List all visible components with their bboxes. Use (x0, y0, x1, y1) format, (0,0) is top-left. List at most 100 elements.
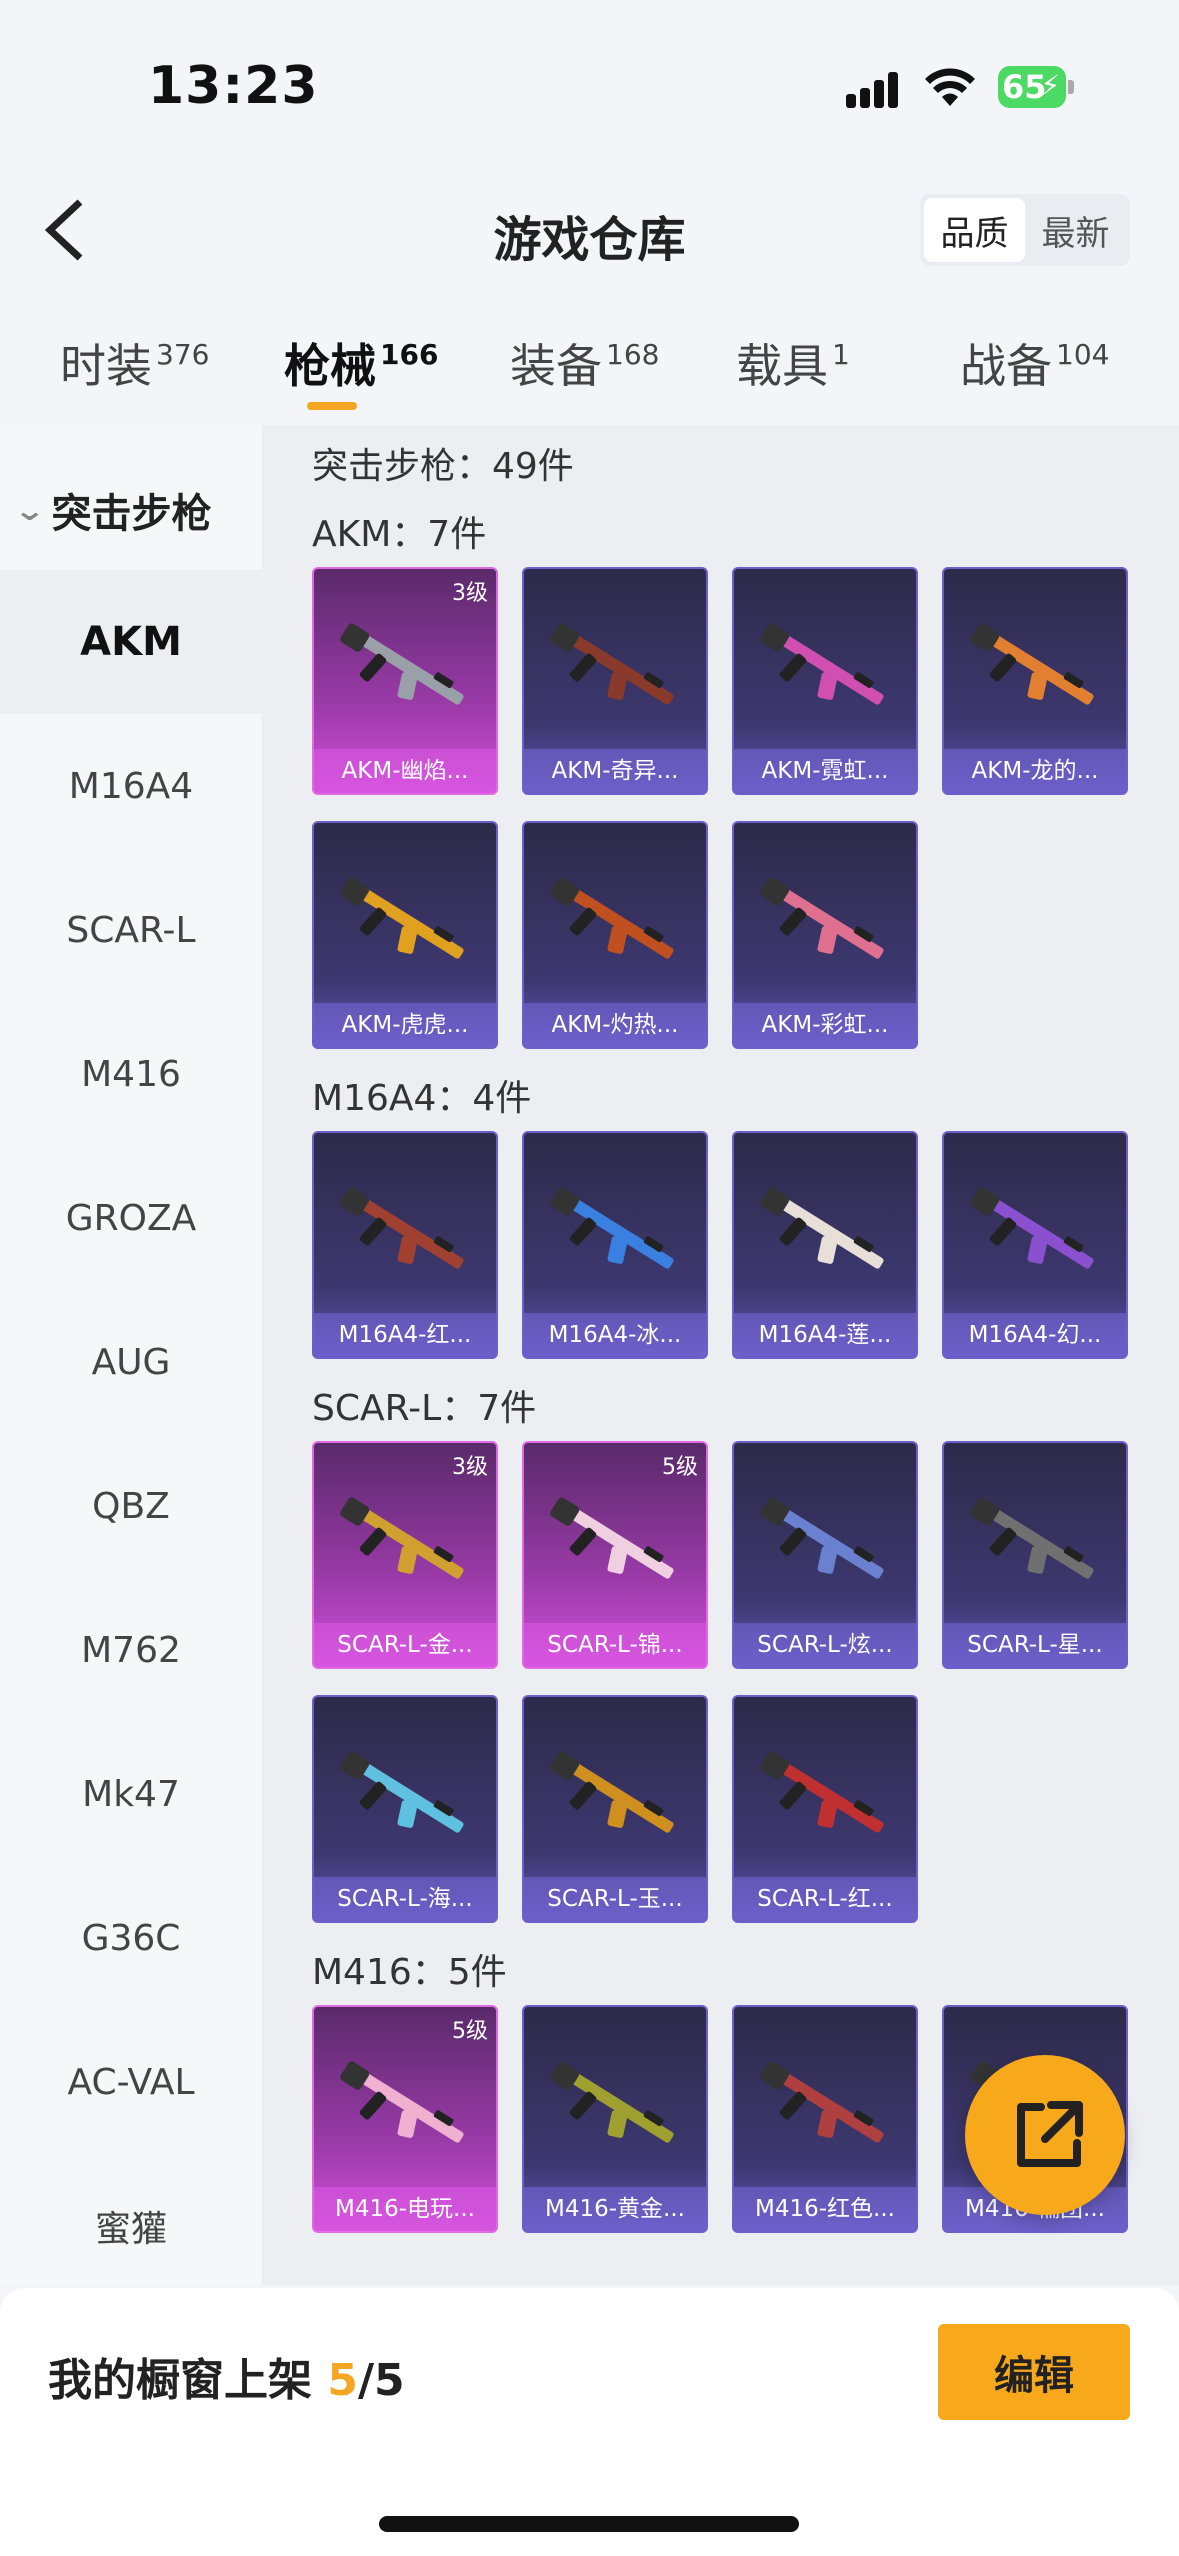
showcase-label: 我的橱窗上架 (48, 2355, 328, 2406)
rifle-icon (760, 877, 884, 959)
weapon-skin-card[interactable]: 5级 SCAR-L-锦... (522, 1441, 708, 1669)
skin-level: 5级 (452, 2019, 488, 2044)
weapon-skin-card[interactable]: AKM-彩虹... (732, 821, 918, 1049)
weapon-skin-card[interactable]: M416-红色... (732, 2005, 918, 2233)
tab-equipment[interactable]: 装备 168 (510, 330, 659, 396)
skin-name: M416-电玩... (314, 2187, 496, 2231)
weapon-skin-card[interactable]: AKM-霓虹... (732, 567, 918, 795)
sidebar-item-g36c[interactable]: G36C (0, 1866, 262, 2010)
tab-label: 战备 (960, 339, 1052, 393)
tab-label: 装备 (510, 339, 602, 393)
weapon-sidebar: ⌄ 突击步枪 AKM M16A4 SCAR-L M416 GROZA AUG Q… (0, 425, 262, 2285)
skin-name: SCAR-L-玉... (524, 1877, 706, 1921)
tab-battle-supplies[interactable]: 战备 104 (960, 330, 1109, 396)
sidebar-item-m16a4[interactable]: M16A4 (0, 714, 262, 858)
rifle-icon (760, 1751, 884, 1833)
sidebar-item-scar-l[interactable]: SCAR-L (0, 858, 262, 1002)
tab-vehicles[interactable]: 载具 1 (736, 330, 850, 396)
sidebar-item-qbz[interactable]: QBZ (0, 1434, 262, 1578)
edit-button[interactable]: 编辑 (938, 2324, 1130, 2420)
sidebar-item-akm[interactable]: AKM (0, 570, 262, 714)
weapon-skin-card[interactable]: AKM-灼热... (522, 821, 708, 1049)
weapon-skin-card[interactable]: SCAR-L-玉... (522, 1695, 708, 1923)
tab-count: 168 (606, 338, 660, 371)
weapon-skin-card[interactable]: SCAR-L-红... (732, 1695, 918, 1923)
weapon-skin-card[interactable]: M16A4-莲... (732, 1131, 918, 1359)
weapon-skin-card[interactable]: SCAR-L-炫... (732, 1441, 918, 1669)
skin-name: AKM-幽焰... (314, 749, 496, 793)
rifle-icon (340, 2061, 464, 2143)
section-title: SCAR-L：7件 (312, 1388, 537, 1429)
weapon-skin-card[interactable]: M416-黄金... (522, 2005, 708, 2233)
category-total: 突击步枪：49件 (312, 446, 574, 487)
share-button[interactable] (965, 2055, 1125, 2215)
sort-toggle: 品质 最新 (920, 194, 1130, 266)
rifle-icon (760, 1187, 884, 1269)
header: 游戏仓库 品质 最新 (0, 170, 1179, 290)
skin-name: M416-红色... (734, 2187, 916, 2231)
rifle-icon (550, 1751, 674, 1833)
rifle-icon (340, 1751, 464, 1833)
chevron-down-icon: ⌄ (13, 493, 47, 527)
weapon-skin-card[interactable]: AKM-奇异... (522, 567, 708, 795)
weapon-skin-card[interactable]: SCAR-L-海... (312, 1695, 498, 1923)
skin-level: 3级 (452, 581, 488, 606)
weapon-skin-card[interactable]: AKM-龙的... (942, 567, 1128, 795)
skin-name: SCAR-L-金... (314, 1623, 496, 1667)
sort-newest-option[interactable]: 最新 (1025, 198, 1126, 262)
weapon-skin-card[interactable]: AKM-虎虎... (312, 821, 498, 1049)
showcase-bar: 我的橱窗上架 5/5 编辑 (0, 2288, 1179, 2556)
rifle-icon (550, 2061, 674, 2143)
rifle-icon (760, 2061, 884, 2143)
status-bar: 13:23 65 ⚡ (0, 0, 1179, 150)
skin-name: AKM-奇异... (524, 749, 706, 793)
rifle-icon (550, 1187, 674, 1269)
rifle-icon (760, 1497, 884, 1579)
weapon-skin-card[interactable]: M16A4-冰... (522, 1131, 708, 1359)
rifle-icon (550, 877, 674, 959)
sidebar-item-m416[interactable]: M416 (0, 1002, 262, 1146)
rifle-icon (550, 1497, 674, 1579)
weapon-skin-card[interactable]: SCAR-L-星... (942, 1441, 1128, 1669)
weapon-skin-card[interactable]: 5级 M416-电玩... (312, 2005, 498, 2233)
sort-quality-option[interactable]: 品质 (924, 198, 1025, 262)
weapon-skin-card[interactable]: M16A4-红... (312, 1131, 498, 1359)
active-tab-indicator (307, 402, 357, 410)
charging-bolt-icon: ⚡ (1040, 69, 1060, 102)
wifi-icon (925, 68, 975, 106)
category-tabs: 时装 376 枪械 166 装备 168 载具 1 战备 104 (0, 310, 1179, 420)
skin-name: M16A4-红... (314, 1313, 496, 1357)
skin-name: M16A4-冰... (524, 1313, 706, 1357)
home-indicator (379, 2516, 799, 2532)
tab-count: 376 (156, 338, 210, 371)
sidebar-item-m762[interactable]: M762 (0, 1578, 262, 1722)
tab-fashion[interactable]: 时装 376 (60, 330, 209, 396)
sidebar-item-mk47[interactable]: Mk47 (0, 1722, 262, 1866)
section-title: M416：5件 (312, 1952, 507, 1993)
weapon-skin-card[interactable]: 3级 AKM-幽焰... (312, 567, 498, 795)
status-time: 13:23 (148, 56, 319, 116)
skin-name: AKM-彩虹... (734, 1003, 916, 1047)
skin-level: 5级 (662, 1455, 698, 1480)
sidebar-item-ac-val[interactable]: AC-VAL (0, 2010, 262, 2154)
rifle-icon (340, 623, 464, 705)
skin-name: AKM-龙的... (944, 749, 1126, 793)
weapon-skin-card[interactable]: M16A4-幻... (942, 1131, 1128, 1359)
share-external-icon (1017, 2101, 1083, 2167)
rifle-icon (550, 623, 674, 705)
tab-firearms[interactable]: 枪械 166 (284, 330, 438, 396)
skin-name: M416-黄金... (524, 2187, 706, 2231)
sidebar-group-assault-rifles[interactable]: ⌄ 突击步枪 (0, 450, 262, 570)
tab-count: 104 (1056, 338, 1110, 371)
sidebar-item-groza[interactable]: GROZA (0, 1146, 262, 1290)
weapon-skin-card[interactable]: 3级 SCAR-L-金... (312, 1441, 498, 1669)
skin-name: M16A4-幻... (944, 1313, 1126, 1357)
skin-name: SCAR-L-红... (734, 1877, 916, 1921)
sidebar-item-aug[interactable]: AUG (0, 1290, 262, 1434)
showcase-count: 5 (327, 2355, 358, 2406)
skin-name: AKM-虎虎... (314, 1003, 496, 1047)
skin-name: M16A4-莲... (734, 1313, 916, 1357)
rifle-icon (340, 1187, 464, 1269)
weapon-content: 突击步枪：49件 AKM：7件 3级 AKM-幽焰... AKM-奇异... AKM-霓… (262, 425, 1179, 2285)
sidebar-item-honey-badger[interactable]: 蜜獾 (0, 2154, 262, 2298)
